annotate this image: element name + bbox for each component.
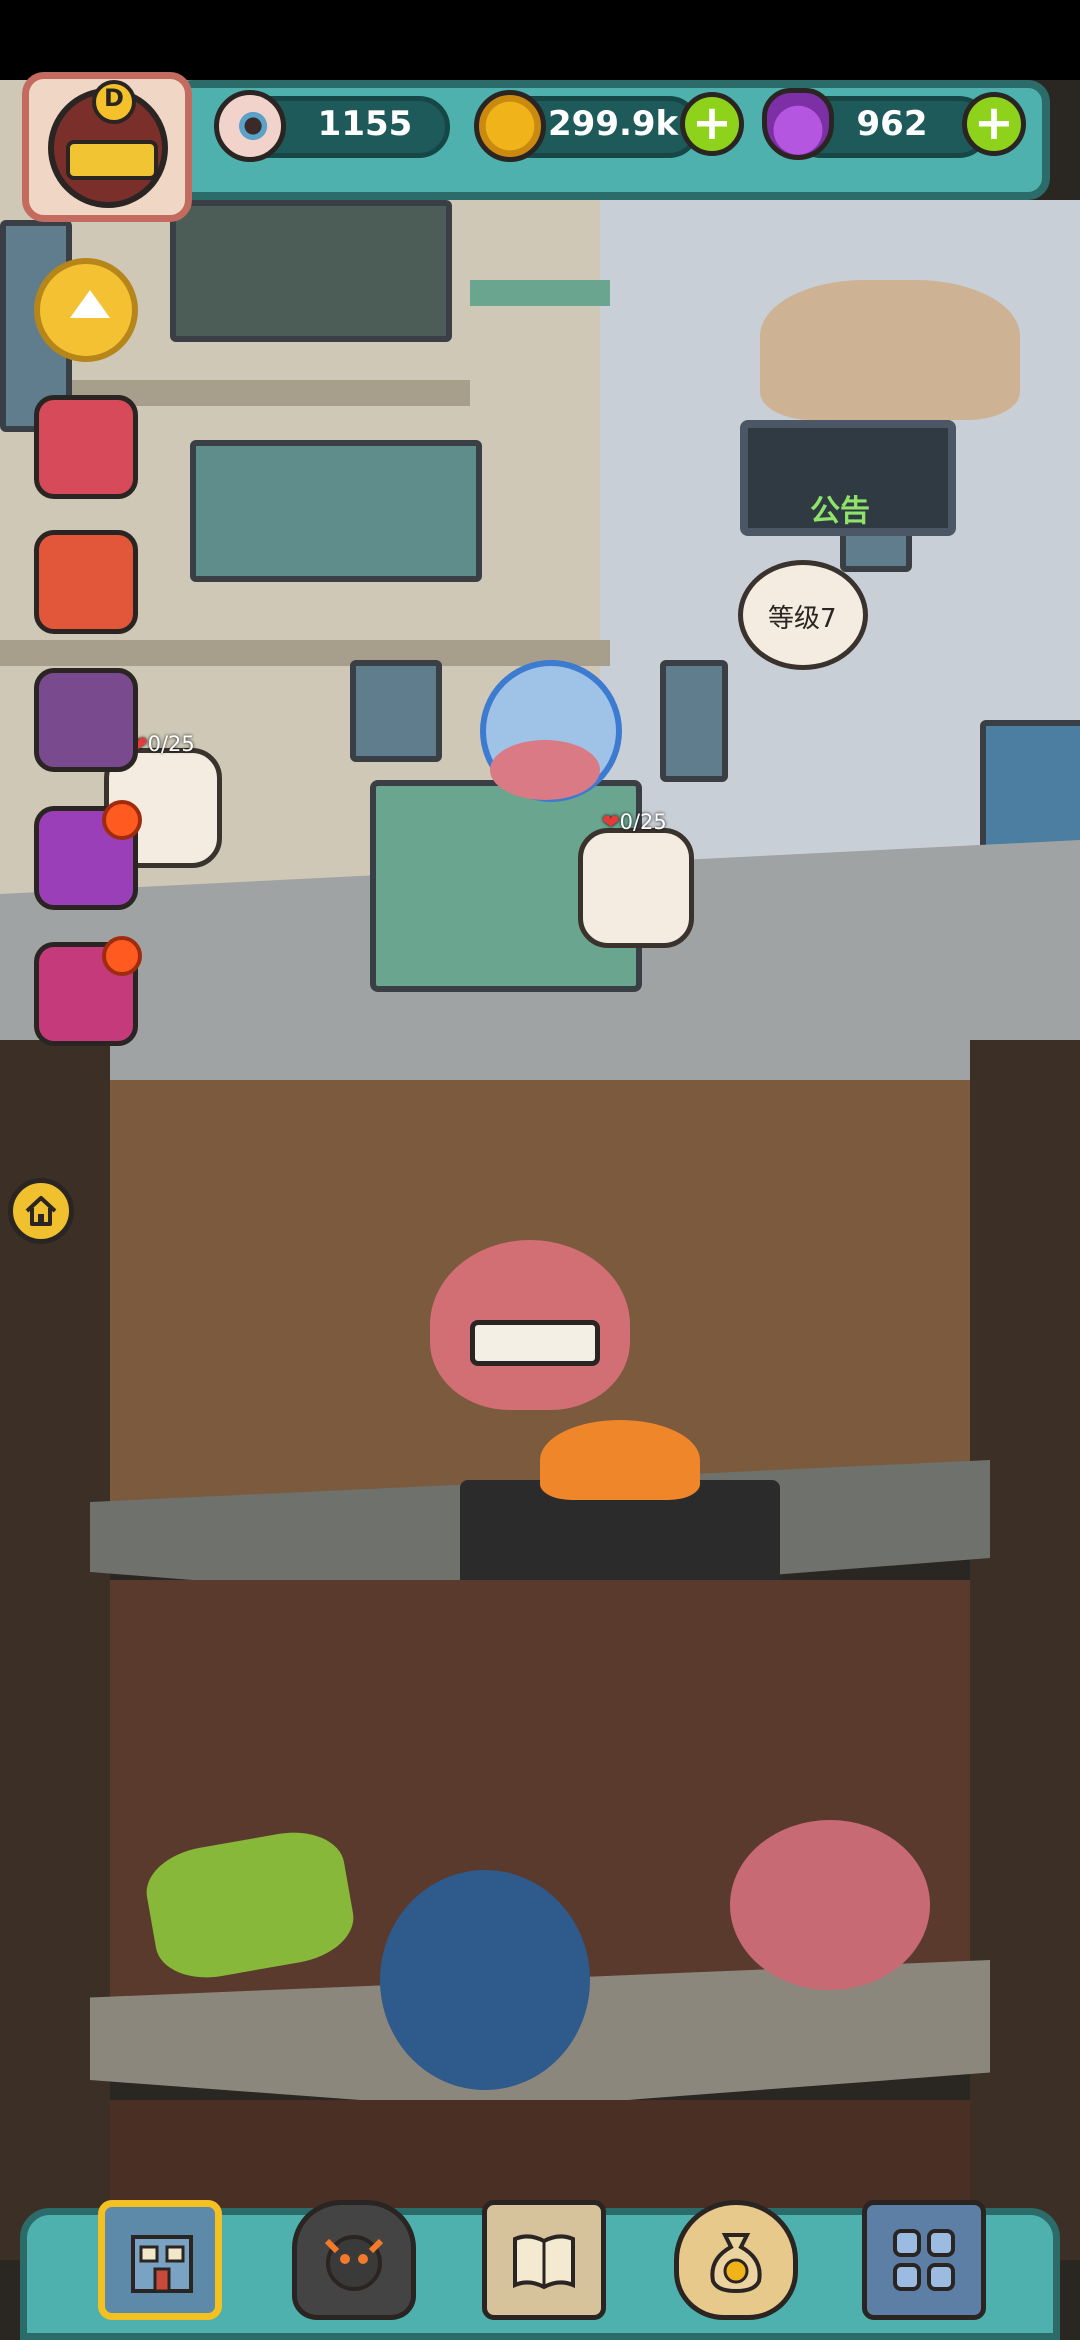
earth-wall-right: [970, 1040, 1080, 2260]
home-icon: [25, 1196, 57, 1226]
rank-badge: D: [92, 80, 136, 124]
book-icon: [513, 2234, 575, 2290]
collapse-menu-button[interactable]: [34, 258, 138, 362]
home-button[interactable]: [8, 1178, 74, 1244]
eyeball-icon: [214, 90, 286, 162]
customer-hunger-value: 0/25: [147, 732, 195, 756]
notice-board-label: 公告: [810, 494, 870, 529]
grid-icon: [893, 2229, 955, 2291]
coin-value: 299.9k: [548, 104, 679, 144]
octopus-chef-mouth: [470, 1320, 600, 1366]
notification-dot: [102, 800, 142, 840]
heart-icon: ❤: [602, 810, 620, 834]
triangle-up-icon: [70, 290, 110, 318]
customer-hunger-meter: ❤0/25: [602, 810, 667, 834]
pot-monster[interactable]: [380, 1870, 590, 2090]
nav-bag-button[interactable]: [674, 2200, 798, 2320]
building-ledge: [0, 640, 610, 666]
gift-box-icon[interactable]: [34, 395, 138, 499]
gift-box-icon[interactable]: [34, 530, 138, 634]
order-bubble[interactable]: [578, 828, 694, 948]
avatar-mouth: [66, 140, 158, 180]
shop-awning: [980, 720, 1080, 852]
building-ledge: [470, 280, 610, 306]
nav-book-button[interactable]: [482, 2200, 606, 2320]
nav-building-button[interactable]: [98, 2200, 222, 2320]
add-potions-button[interactable]: +: [962, 92, 1026, 156]
stove-fire: [540, 1420, 700, 1500]
menu-display-window: [170, 200, 452, 342]
gold-coin-icon: [474, 90, 546, 162]
level-label: 等级7: [768, 604, 837, 634]
customer-hunger-value: 0/25: [619, 810, 667, 834]
nav-monster-button[interactable]: [292, 2200, 416, 2320]
monster-icon: [324, 2235, 384, 2291]
octopus-vendor: [490, 740, 600, 800]
status-bar: [0, 0, 1080, 80]
game-scene[interactable]: 公告: [0, 80, 1080, 2260]
notice-board-ornament: [760, 280, 1020, 420]
notification-dot: [102, 936, 142, 976]
building-icon: [131, 2235, 193, 2293]
nav-grid-button[interactable]: [862, 2200, 986, 2320]
eyeball-value: 1155: [317, 104, 413, 144]
window: [350, 660, 442, 762]
potion-icon: [762, 88, 834, 160]
brain-creature: [730, 1820, 930, 1990]
card-pack-icon[interactable]: [34, 668, 138, 772]
money-bag-icon: [710, 2233, 762, 2294]
customer-hunger-meter: ❤0/25: [130, 732, 195, 756]
window: [660, 660, 728, 782]
potion-value: 962: [856, 104, 928, 144]
display-case: [190, 440, 482, 582]
add-coins-button[interactable]: +: [680, 92, 744, 156]
